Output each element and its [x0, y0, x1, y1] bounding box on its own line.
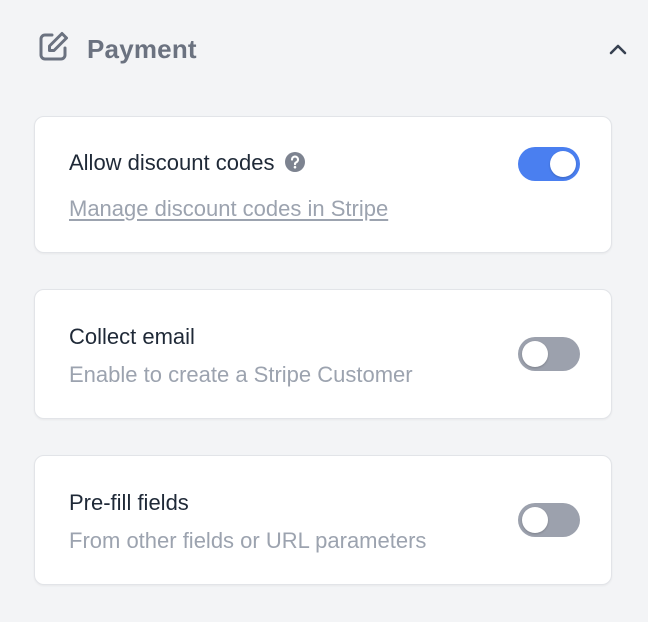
discount-codes-toggle[interactable]: [518, 147, 580, 181]
manage-discount-codes-link[interactable]: Manage discount codes in Stripe: [69, 195, 388, 223]
setting-card-prefill-fields: Pre-fill fields From other fields or URL…: [34, 455, 612, 585]
setting-title: Pre-fill fields: [69, 490, 189, 515]
edit-icon: [39, 32, 68, 61]
toggle-knob: [522, 341, 548, 367]
setting-description: From other fields or URL parameters: [69, 528, 427, 553]
collapse-button[interactable]: [600, 34, 636, 64]
prefill-fields-toggle[interactable]: [518, 503, 580, 537]
setting-description: Enable to create a Stripe Customer: [69, 362, 413, 387]
section-title: Payment: [87, 34, 197, 64]
chevron-up-icon: [609, 44, 627, 55]
section-header: Payment: [0, 0, 648, 98]
setting-title: Allow discount codes: [69, 150, 275, 175]
question-circle-icon[interactable]: [284, 151, 306, 173]
collect-email-toggle[interactable]: [518, 337, 580, 371]
setting-card-discount-codes: Allow discount codes Manage discount cod…: [34, 116, 612, 253]
setting-card-collect-email: Collect email Enable to create a Stripe …: [34, 289, 612, 419]
toggle-knob: [550, 151, 576, 177]
setting-title-row: Allow discount codes: [69, 149, 306, 177]
setting-title: Collect email: [69, 324, 195, 349]
toggle-knob: [522, 507, 548, 533]
